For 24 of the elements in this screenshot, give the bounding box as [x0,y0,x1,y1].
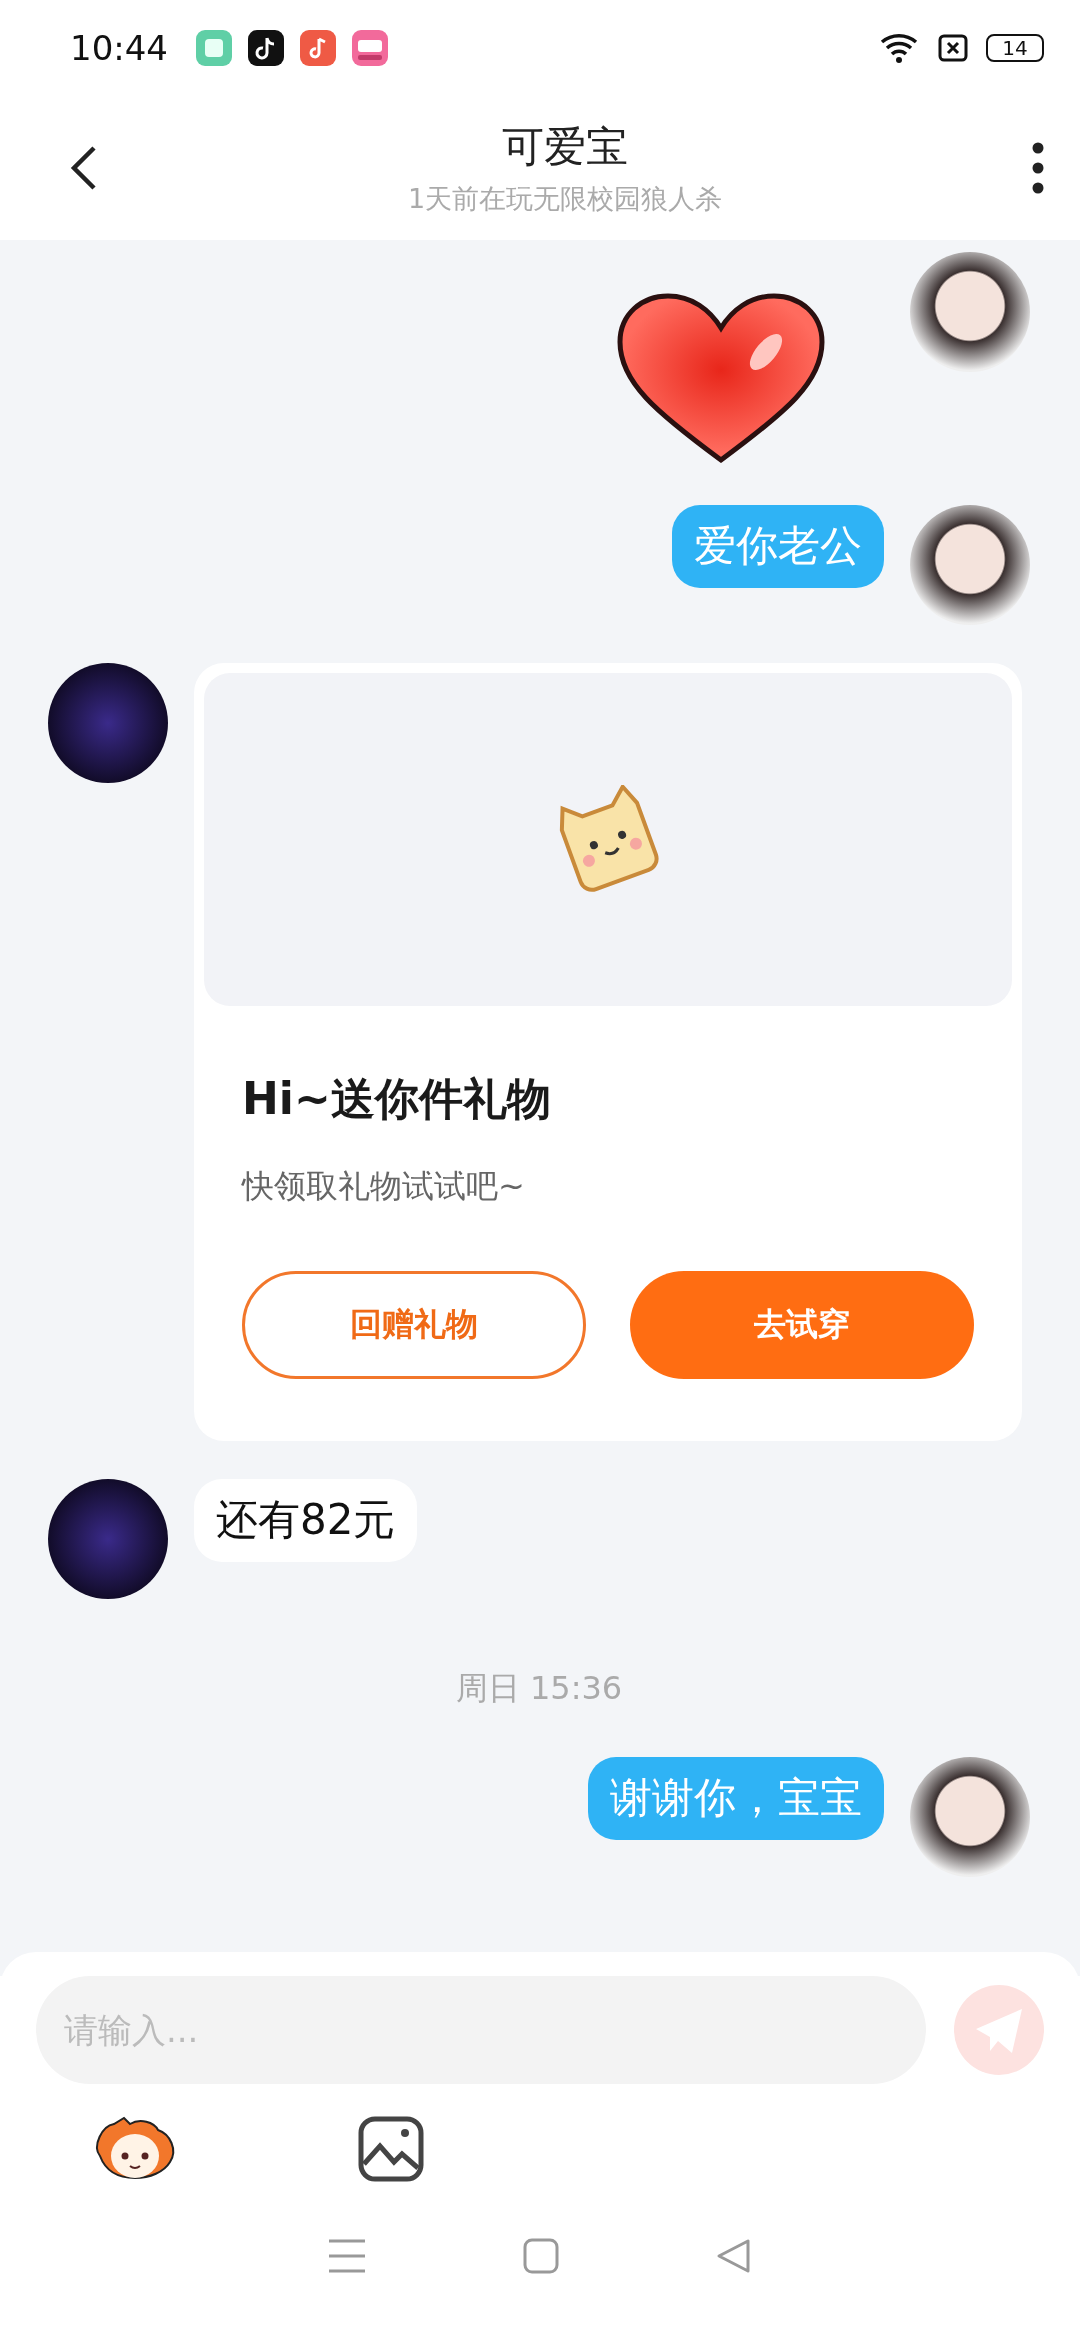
try-on-button[interactable]: 去试穿 [630,1271,974,1379]
menu-icon[interactable] [328,2237,367,2275]
more-options-icon[interactable] [1032,141,1044,194]
gift-subtitle: 快领取礼物试试吧~ [242,1166,526,1207]
message-bubble: 谢谢你，宝宝 [588,1757,884,1840]
message-timestamp: 周日 15:36 [455,1668,623,1709]
gift-title: Hi~送你件礼物 [242,1072,552,1126]
back-icon[interactable] [715,2238,752,2274]
home-icon[interactable] [523,2238,559,2274]
image-icon[interactable] [358,2116,424,2182]
activity-status: 1天前在玩无限校园狼人杀 [407,181,723,216]
battery-level: 14 [986,33,1044,62]
chat-title: 可爱宝 [502,120,628,173]
message-input[interactable]: 请输入... [36,1976,926,2084]
message-bubble: 爱你老公 [672,505,884,588]
sim-card-icon [938,33,968,62]
app-icon [352,29,388,66]
wifi-icon [880,31,920,64]
app-icon [196,29,232,66]
music-note-icon [248,29,284,66]
clock-time: 10:44 [70,27,168,68]
message-bubble: 还有82元 [194,1479,418,1562]
music-note-icon [300,29,336,66]
return-gift-button[interactable]: 回赠礼物 [242,1271,586,1379]
